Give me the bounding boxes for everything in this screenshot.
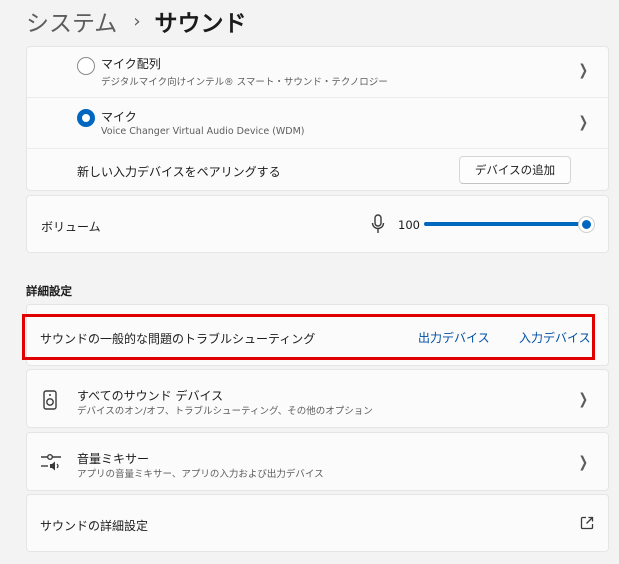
device-description: Voice Changer Virtual Audio Device (WDM) xyxy=(101,126,305,137)
device-name: マイク配列 xyxy=(101,57,161,71)
device-description: デジタルマイク向けインテル® スマート・サウンド・テクノロジー xyxy=(101,77,388,88)
all-sound-devices-card[interactable]: すべてのサウンド デバイス デバイスのオン/オフ、トラブルシューティング、その他… xyxy=(26,369,609,428)
mixer-icon xyxy=(41,454,61,471)
pair-input-device-row: 新しい入力デバイスをペアリングする デバイスの追加 xyxy=(27,148,608,192)
breadcrumb-separator: › xyxy=(133,10,141,32)
mixer-title: 音量ミキサー xyxy=(77,452,150,466)
chevron-right-icon: ❯ xyxy=(578,61,589,79)
breadcrumb-system[interactable]: システム xyxy=(26,4,117,38)
external-link-icon xyxy=(580,516,594,530)
chevron-right-icon: ❯ xyxy=(578,453,589,471)
more-sound-settings-label: サウンドの詳細設定 xyxy=(40,519,149,533)
all-devices-subtitle: デバイスのオン/オフ、トラブルシューティング、その他のオプション xyxy=(77,406,373,417)
input-device-mic-array[interactable]: マイク配列 デジタルマイク向けインテル® スマート・サウンド・テクノロジー ❯ xyxy=(27,47,608,97)
volume-mixer-card[interactable]: 音量ミキサー アプリの音量ミキサー、アプリの入力および出力デバイス ❯ xyxy=(26,432,609,491)
speaker-icon xyxy=(43,390,57,410)
pair-device-label: 新しい入力デバイスをペアリングする xyxy=(77,165,281,179)
breadcrumb: システム › サウンド xyxy=(26,4,247,38)
volume-value: 100 xyxy=(398,218,420,232)
volume-slider-track[interactable] xyxy=(424,222,583,226)
all-devices-title: すべてのサウンド デバイス xyxy=(77,389,224,403)
device-name: マイク xyxy=(101,110,137,124)
volume-label: ボリューム xyxy=(41,220,101,234)
chevron-right-icon: ❯ xyxy=(578,113,589,131)
chevron-right-icon: ❯ xyxy=(578,390,589,408)
more-sound-settings-card[interactable]: サウンドの詳細設定 xyxy=(26,494,609,552)
microphone-icon[interactable] xyxy=(371,214,385,234)
input-devices-card: マイク配列 デジタルマイク向けインテル® スマート・サウンド・テクノロジー ❯ … xyxy=(26,46,609,191)
radio-mic-array[interactable] xyxy=(77,57,95,75)
add-device-button[interactable]: デバイスの追加 xyxy=(459,156,571,184)
radio-mic-selected[interactable] xyxy=(77,109,95,127)
mixer-subtitle: アプリの音量ミキサー、アプリの入力および出力デバイス xyxy=(77,469,324,480)
highlight-box xyxy=(22,314,595,360)
section-title-advanced: 詳細設定 xyxy=(26,284,72,298)
page-title: サウンド xyxy=(154,11,247,37)
volume-slider-thumb[interactable] xyxy=(578,216,595,233)
input-device-mic[interactable]: マイク Voice Changer Virtual Audio Device (… xyxy=(27,97,608,148)
